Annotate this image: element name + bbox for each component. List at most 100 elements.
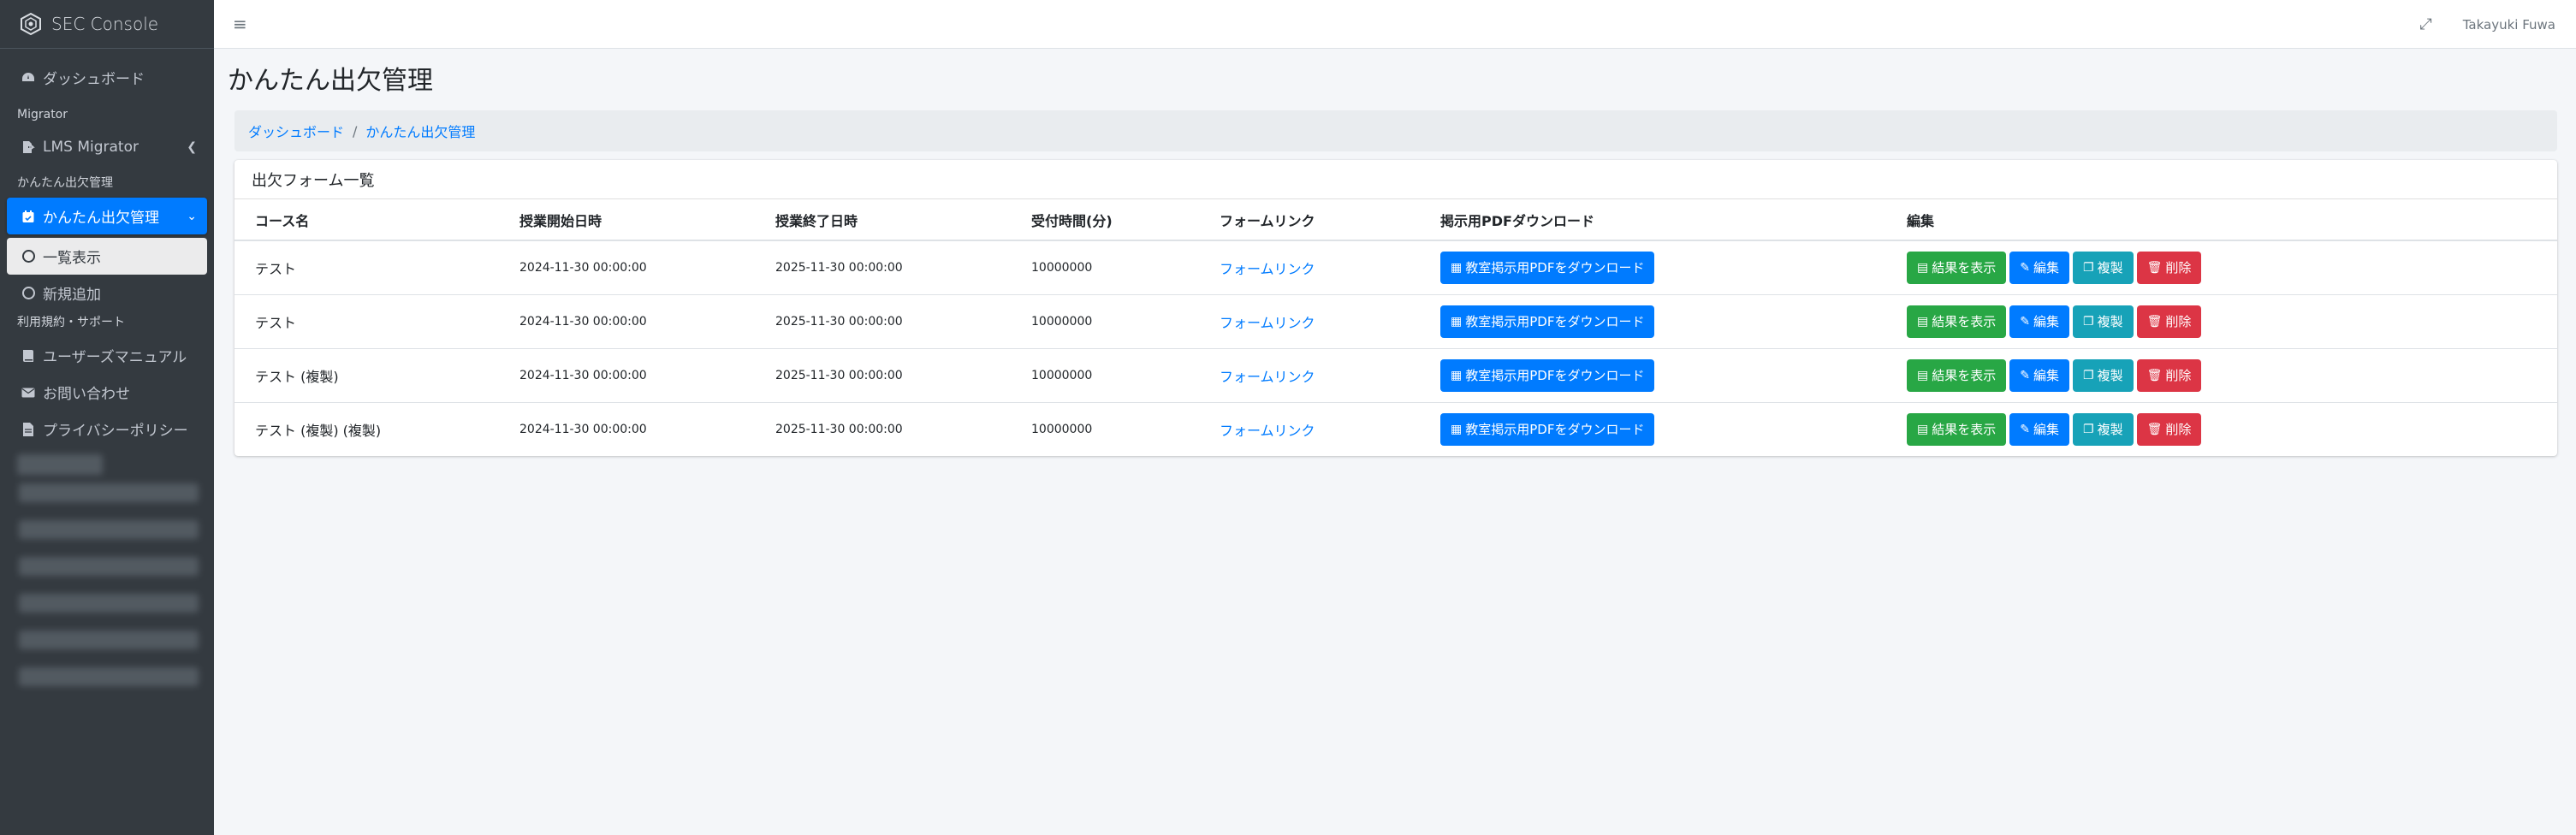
grid-icon: ▦ [1451,422,1463,436]
sidebar-item-lms-migrator[interactable]: LMS Migrator ❮ [7,128,207,165]
envelope-icon [19,388,38,398]
form-link[interactable]: フォームリンク [1220,261,1315,277]
table-row: テスト 2024-11-30 00:00:00 2025-11-30 00:00… [234,293,2557,348]
column-header: 授業終了日時 [755,199,1011,241]
book-icon [19,349,38,363]
trash-icon: 🗑 [2146,260,2163,275]
button-label: 編集 [2033,422,2059,438]
redacted-admin-menu [7,454,207,686]
form-link[interactable]: フォームリンク [1220,423,1315,439]
edit-icon: ✎ [2020,368,2030,382]
breadcrumb-attendance[interactable]: かんたん出欠管理 [365,121,475,141]
button-label: 複製 [2097,422,2123,438]
trash-icon: 🗑 [2146,314,2163,329]
button-label: 結果を表示 [1932,314,1997,329]
copy-icon: ❐ [2083,368,2094,382]
brand-link[interactable]: SEC Console [0,0,214,49]
column-header: 受付時間(分) [1011,199,1199,241]
button-label: 複製 [2097,368,2123,383]
sidebar-subitem-new[interactable]: 新規追加 [7,275,207,311]
file-export-icon [19,140,38,154]
accept-minutes: 10000000 [1011,347,1199,402]
attendance-form-list-card: 出欠フォーム一覧 コース名 授業開始日時 授業終了日時 受付時間(分) フォーム… [234,160,2557,456]
show-results-button[interactable]: ▤ 結果を表示 [1907,305,2007,338]
accept-minutes: 10000000 [1011,293,1199,348]
edit-button[interactable]: ✎ 編集 [2009,305,2069,338]
fullscreen-icon[interactable]: ⤢ [2419,15,2431,33]
end-datetime: 2025-11-30 00:00:00 [755,293,1011,348]
button-label: 編集 [2033,314,2059,329]
sidebar-item-label: ユーザーズマニュアル [43,349,187,366]
calendar-check-icon [19,210,38,223]
start-datetime: 2024-11-30 00:00:00 [499,293,755,348]
main-content: かんたん出欠管理 ダッシュボード / かんたん出欠管理 出欠フォーム一覧 コース… [214,49,2576,835]
copy-icon: ❐ [2083,260,2094,275]
copy-icon: ❐ [2083,422,2094,436]
button-label: 編集 [2033,260,2059,276]
user-name[interactable]: Takayuki Fuwa [2463,17,2555,33]
sidebar-item-label: かんたん出欠管理 [43,210,159,227]
sidebar-item-privacy[interactable]: プライバシーポリシー [7,411,207,447]
button-label: 結果を表示 [1932,422,1997,438]
copy-button[interactable]: ❐ 複製 [2073,251,2134,284]
sidebar-item-contact[interactable]: お問い合わせ [7,374,207,411]
table-row: テスト (複製) (複製) 2024-11-30 00:00:00 2025-1… [234,401,2557,456]
chart-icon: ▤ [1917,314,1929,329]
start-datetime: 2024-11-30 00:00:00 [499,240,755,294]
breadcrumb: ダッシュボード / かんたん出欠管理 [234,110,2557,151]
form-link[interactable]: フォームリンク [1220,315,1315,331]
download-pdf-button[interactable]: ▦ 教室掲示用PDFをダウンロード [1440,305,1655,338]
copy-button[interactable]: ❐ 複製 [2073,412,2134,446]
file-icon [19,422,38,436]
chart-icon: ▤ [1917,422,1929,436]
sidebar-item-dashboard[interactable]: ダッシュボード [7,59,207,96]
breadcrumb-dashboard[interactable]: ダッシュボード [248,121,344,141]
delete-button[interactable]: 🗑 削除 [2136,358,2202,392]
card-title: 出欠フォーム一覧 [234,160,2557,199]
delete-button[interactable]: 🗑 削除 [2136,251,2202,284]
copy-button[interactable]: ❐ 複製 [2073,358,2134,392]
button-label: 教室掲示用PDFをダウンロード [1465,260,1645,276]
table-header-row: コース名 授業開始日時 授業終了日時 受付時間(分) フォームリンク 掲示用PD… [234,199,2557,241]
download-pdf-button[interactable]: ▦ 教室掲示用PDFをダウンロード [1440,412,1655,446]
trash-icon: 🗑 [2146,422,2163,436]
download-pdf-button[interactable]: ▦ 教室掲示用PDFをダウンロード [1440,251,1655,284]
course-name: テスト [234,293,499,348]
sidebar-item-label: 新規追加 [43,287,101,304]
form-link[interactable]: フォームリンク [1220,369,1315,385]
end-datetime: 2025-11-30 00:00:00 [755,240,1011,294]
end-datetime: 2025-11-30 00:00:00 [755,401,1011,456]
sidebar-subitem-list[interactable]: 一覧表示 [7,238,207,275]
chart-icon: ▤ [1917,260,1929,275]
chart-icon: ▤ [1917,368,1929,382]
button-label: 教室掲示用PDFをダウンロード [1465,368,1645,383]
button-label: 結果を表示 [1932,368,1997,383]
show-results-button[interactable]: ▤ 結果を表示 [1907,412,2007,446]
chevron-left-icon: ❮ [187,139,197,154]
end-datetime: 2025-11-30 00:00:00 [755,347,1011,402]
column-header: フォームリンク [1199,199,1420,241]
course-name: テスト (複製) (複製) [234,401,499,456]
sidebar-nav: ダッシュボード Migrator LMS Migrator ❮ かんたん出欠管理… [0,49,214,711]
brand-logo-icon [21,12,41,36]
button-label: 削除 [2165,260,2192,276]
sidebar-header-migrator: Migrator [17,108,68,121]
brand-name: SEC Console [51,14,159,34]
button-label: 教室掲示用PDFをダウンロード [1465,422,1645,438]
show-results-button[interactable]: ▤ 結果を表示 [1907,358,2007,392]
sidebar-header-support: 利用規約・サポート [17,316,125,329]
edit-button[interactable]: ✎ 編集 [2009,412,2069,446]
delete-button[interactable]: 🗑 削除 [2136,412,2202,446]
edit-button[interactable]: ✎ 編集 [2009,251,2069,284]
download-pdf-button[interactable]: ▦ 教室掲示用PDFをダウンロード [1440,358,1655,392]
edit-button[interactable]: ✎ 編集 [2009,358,2069,392]
delete-button[interactable]: 🗑 削除 [2136,305,2202,338]
menu-toggle-icon[interactable]: ≡ [233,14,247,34]
show-results-button[interactable]: ▤ 結果を表示 [1907,251,2007,284]
sidebar-item-attendance[interactable]: かんたん出欠管理 ⌄ [7,198,207,234]
button-label: 複製 [2097,260,2123,276]
copy-icon: ❐ [2083,314,2094,329]
start-datetime: 2024-11-30 00:00:00 [499,347,755,402]
sidebar-item-manual[interactable]: ユーザーズマニュアル [7,337,207,374]
copy-button[interactable]: ❐ 複製 [2073,305,2134,338]
